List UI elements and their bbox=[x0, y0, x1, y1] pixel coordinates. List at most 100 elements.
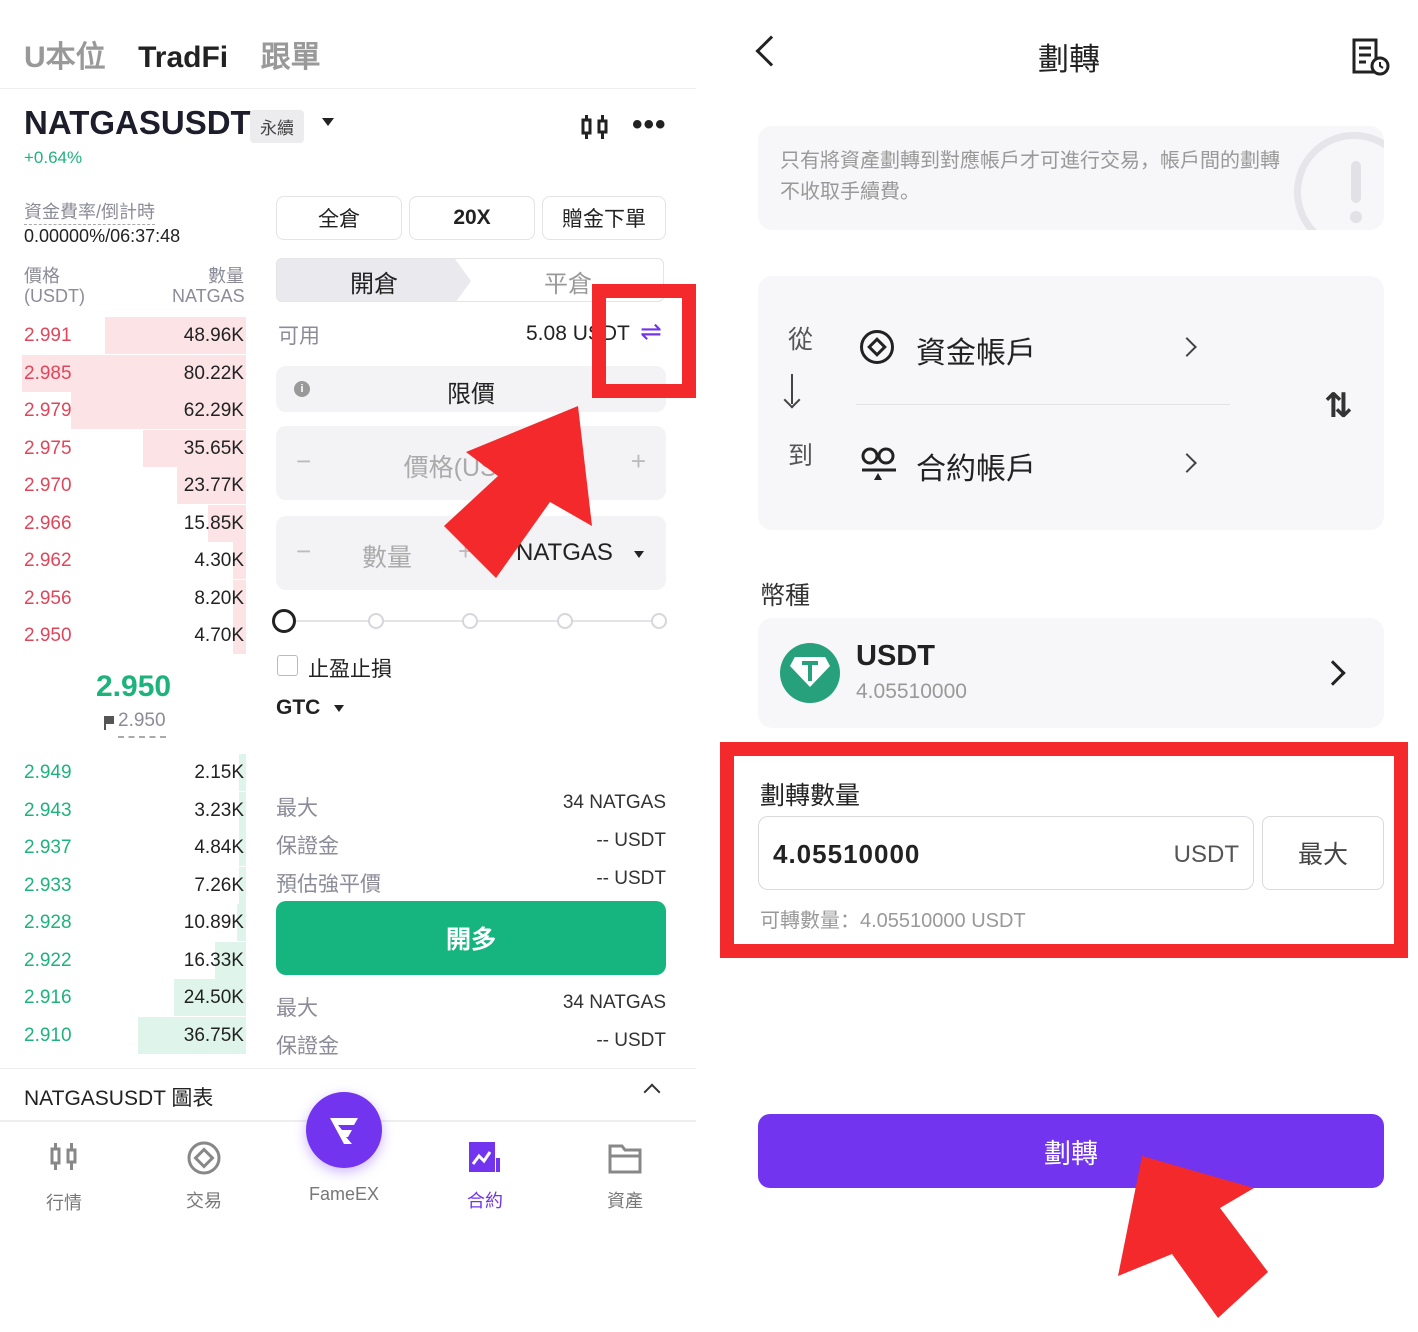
order-info-value: 34 NATGAS bbox=[562, 992, 666, 1013]
slider-step[interactable] bbox=[651, 613, 667, 629]
mark-flag-icon bbox=[104, 716, 114, 730]
ask-price: 2.975 bbox=[24, 437, 72, 459]
bid-row[interactable]: 2.910 36.75K bbox=[0, 1016, 246, 1054]
tif-dropdown-icon[interactable] bbox=[334, 705, 344, 712]
ob-qty-header: 數量 bbox=[208, 266, 244, 286]
bid-row[interactable]: 2.933 7.26K bbox=[0, 866, 246, 904]
ask-row[interactable]: 2.970 23.77K bbox=[0, 467, 246, 504]
transfer-submit-button[interactable]: 劃轉 bbox=[758, 1114, 1384, 1188]
bid-price: 2.949 bbox=[24, 762, 72, 783]
notice-card: 只有將資產劃轉到對應帳戶才可進行交易，帳戶間的劃轉不收取手續費。 bbox=[758, 126, 1384, 230]
ask-qty: 80.22K bbox=[183, 362, 244, 384]
to-account-row[interactable]: 合約帳戶 bbox=[858, 436, 1358, 496]
ask-row[interactable]: 2.956 8.20K bbox=[0, 579, 246, 617]
bid-price: 2.928 bbox=[24, 912, 72, 933]
slider-step[interactable] bbox=[557, 613, 573, 629]
chart-bar-label[interactable]: NATGASUSDT 圖表 bbox=[24, 1082, 213, 1112]
fameex-logo-icon[interactable] bbox=[306, 1092, 382, 1168]
bid-row[interactable]: 2.937 4.84K bbox=[0, 829, 246, 866]
ask-price: 2.979 bbox=[24, 400, 72, 421]
leverage-button[interactable]: 20X bbox=[409, 196, 535, 240]
swap-accounts-icon[interactable]: ⇅ bbox=[1324, 386, 1353, 426]
tp-sl-checkbox[interactable] bbox=[277, 655, 298, 676]
nav-assets[interactable]: 資產 bbox=[575, 1140, 675, 1213]
history-icon[interactable] bbox=[1350, 38, 1390, 76]
ask-row[interactable]: 2.962 4.30K bbox=[0, 542, 246, 579]
margin-mode-button[interactable]: 全倉 bbox=[276, 196, 402, 240]
wallet-icon bbox=[608, 1144, 642, 1174]
bonus-order-button[interactable]: 贈金下單 bbox=[542, 196, 666, 240]
price-plus-icon[interactable]: + bbox=[631, 446, 646, 477]
account-selector-card: 從 到 資金帳戶 合約帳戶 ⇅ bbox=[758, 276, 1384, 530]
nav-market[interactable]: 行情 bbox=[14, 1140, 114, 1215]
trading-screen: U本位 TradFi 跟單 NATGASUSDT 永續 +0.64% ••• 資… bbox=[0, 0, 696, 1332]
divider bbox=[0, 1068, 696, 1069]
tif-select[interactable]: GTC bbox=[276, 696, 320, 720]
ask-row[interactable]: 2.979 62.29K bbox=[0, 392, 246, 429]
perp-badge: 永續 bbox=[250, 110, 304, 143]
tab-u-margin[interactable]: U本位 bbox=[24, 41, 106, 74]
ask-row[interactable]: 2.950 4.70K bbox=[0, 617, 246, 654]
ask-qty: 62.29K bbox=[183, 400, 244, 421]
usdt-coin-icon bbox=[780, 643, 840, 703]
slider-step[interactable] bbox=[462, 613, 478, 629]
order-info-label: 保證金 bbox=[276, 835, 339, 858]
bid-row[interactable]: 2.928 10.89K bbox=[0, 904, 246, 941]
bid-row[interactable]: 2.916 24.50K bbox=[0, 979, 246, 1016]
unit-dropdown-icon[interactable] bbox=[634, 551, 644, 558]
ob-price-header: 價格 bbox=[24, 266, 60, 286]
ask-row[interactable]: 2.985 80.22K bbox=[0, 354, 246, 392]
highlight-box bbox=[720, 742, 1408, 958]
tab-open-position[interactable]: 開倉 bbox=[277, 259, 471, 301]
ask-row[interactable]: 2.991 48.96K bbox=[0, 317, 246, 354]
symbol-dropdown-icon[interactable] bbox=[322, 118, 334, 126]
bid-row[interactable]: 2.949 2.15K bbox=[0, 754, 246, 791]
coin-balance: 4.05510000 bbox=[856, 680, 967, 703]
last-price: 2.950 bbox=[96, 670, 172, 703]
bid-row[interactable]: 2.943 3.23K bbox=[0, 791, 246, 829]
order-info-value: 34 NATGAS bbox=[562, 792, 666, 813]
mark-price: 2.950 bbox=[118, 710, 166, 738]
ask-qty: 23.77K bbox=[183, 475, 244, 496]
ask-qty: 48.96K bbox=[183, 325, 244, 346]
tab-copy-trade[interactable]: 跟單 bbox=[261, 41, 321, 74]
nav-market-label: 行情 bbox=[46, 1193, 82, 1213]
order-info-value: -- USDT bbox=[596, 1030, 666, 1051]
tab-tradfi[interactable]: TradFi bbox=[138, 41, 228, 74]
bid-qty: 3.23K bbox=[194, 799, 244, 821]
page-title: 劃轉 bbox=[1038, 42, 1100, 77]
top-tabs: U本位 TradFi 跟單 bbox=[24, 32, 349, 76]
ask-price: 2.950 bbox=[24, 625, 72, 646]
ob-price-unit: (USDT) bbox=[24, 286, 85, 306]
down-arrow-head bbox=[783, 391, 801, 409]
ask-price: 2.962 bbox=[24, 550, 72, 571]
ask-row[interactable]: 2.966 15.85K bbox=[0, 504, 246, 542]
ask-qty: 8.20K bbox=[194, 587, 244, 609]
bid-row[interactable]: 2.922 16.33K bbox=[0, 941, 246, 979]
nav-fameex-label[interactable]: FameEX bbox=[294, 1184, 394, 1205]
bid-price: 2.916 bbox=[24, 987, 72, 1008]
slider-step[interactable] bbox=[368, 613, 384, 629]
coin-selector[interactable]: USDT 4.05510000 bbox=[758, 618, 1384, 728]
to-account-name: 合約帳戶 bbox=[916, 453, 1036, 486]
nav-trade[interactable]: 交易 bbox=[154, 1140, 254, 1213]
from-account-name: 資金帳戶 bbox=[916, 337, 1036, 370]
slider-handle[interactable] bbox=[272, 609, 296, 633]
nav-futures[interactable]: 合約 bbox=[435, 1140, 535, 1213]
pointer-arrow-icon bbox=[1118, 1156, 1268, 1318]
order-info-value: -- USDT bbox=[596, 830, 666, 851]
chevron-up-icon[interactable] bbox=[643, 1083, 661, 1101]
nav-trade-label: 交易 bbox=[186, 1191, 222, 1211]
symbol-title[interactable]: NATGASUSDT bbox=[24, 104, 251, 142]
divider bbox=[856, 404, 1230, 405]
kline-icon[interactable] bbox=[580, 112, 610, 147]
ask-row[interactable]: 2.975 35.65K bbox=[0, 429, 246, 467]
from-account-row[interactable]: 資金帳戶 bbox=[858, 320, 1358, 380]
bid-qty: 10.89K bbox=[183, 912, 244, 933]
more-icon[interactable]: ••• bbox=[632, 108, 667, 142]
order-info-value: -- USDT bbox=[596, 868, 666, 889]
open-long-button[interactable]: 開多 bbox=[276, 901, 666, 975]
nav-assets-label: 資產 bbox=[607, 1191, 643, 1211]
chevron-right-icon bbox=[1177, 453, 1197, 473]
qty-minus-icon[interactable]: − bbox=[296, 536, 311, 567]
